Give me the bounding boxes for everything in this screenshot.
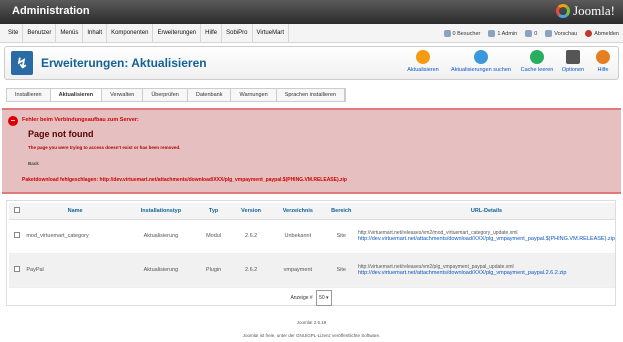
col-name[interactable]: Name: [24, 203, 126, 220]
error-message-box: – Fehler beim Verbindungsaufbau zum Serv…: [2, 108, 621, 194]
ext-type: Modul: [196, 219, 232, 254]
find-updates-button[interactable]: Aktualisierungen suchen: [445, 50, 517, 73]
download-url[interactable]: http://dev.virtuemart.net/attachments/do…: [358, 270, 615, 277]
menu-menus[interactable]: Menüs: [56, 24, 84, 43]
ext-version: 2.6.2: [231, 253, 272, 288]
updates-table-container: Name Installationstyp Typ Version Verzei…: [6, 200, 616, 306]
ext-name: mod_virtuemart_category: [24, 219, 126, 254]
menu-help[interactable]: Hilfe: [201, 24, 223, 43]
options-icon: [566, 50, 580, 64]
sub-tabs: Installieren Aktualisieren Verwalten Übe…: [6, 88, 347, 102]
table-row: PayPal Aktualisierung Plugin 2.6.2 vmpay…: [9, 253, 615, 288]
menu-site[interactable]: Site: [4, 24, 24, 43]
joomla-logo[interactable]: Joomla!: [556, 3, 615, 19]
tab-install-languages[interactable]: Sprachen installieren: [277, 89, 346, 101]
tab-database[interactable]: Datenbank: [188, 89, 232, 101]
ext-folder: vmpayment: [271, 253, 325, 288]
ext-version: 2.6.2: [231, 219, 272, 254]
messages-status[interactable]: 0: [525, 30, 537, 37]
users-icon: [443, 30, 451, 37]
col-type[interactable]: Typ: [196, 203, 232, 220]
display-limit-label: Anzeige #: [290, 294, 313, 301]
tab-install[interactable]: Installieren: [7, 89, 51, 101]
tab-manage[interactable]: Verwalten: [102, 89, 144, 101]
ext-client: Site: [324, 253, 358, 288]
download-url[interactable]: http://dev.virtuemart.net/attachments/do…: [358, 236, 615, 243]
row-checkbox-cell: [9, 253, 25, 288]
ext-url-details: http://virtuemart.net/releases/vm2/mod_v…: [357, 219, 615, 254]
help-icon: [596, 50, 610, 64]
ext-client: Site: [324, 219, 358, 254]
refresh-icon: [530, 50, 544, 64]
user-icon: [488, 30, 496, 37]
page-title: Erweiterungen: Aktualisieren: [41, 56, 207, 70]
logout-icon: [585, 30, 593, 37]
menu-content[interactable]: Inhalt: [83, 24, 108, 43]
menu-sobipro[interactable]: SobiPro: [222, 24, 253, 43]
admin-title: Administration: [12, 5, 90, 17]
ext-install-type: Aktualisierung: [125, 253, 196, 288]
menu-components[interactable]: Komponenten: [107, 24, 154, 43]
help-button[interactable]: Hilfe: [591, 50, 615, 73]
error-detail: The page you were trying to access doesn…: [28, 145, 181, 150]
ext-name: PayPal: [24, 253, 126, 288]
updates-table: Name Installationstyp Typ Version Verzei…: [9, 203, 615, 288]
options-button[interactable]: Optionen: [558, 50, 588, 73]
tab-warnings[interactable]: Warnungen: [231, 89, 277, 101]
error-icon: –: [8, 116, 18, 126]
back-link[interactable]: Back: [28, 161, 39, 166]
col-folder[interactable]: Verzeichnis: [271, 203, 325, 220]
pagination: Anzeige # 50 ▾: [7, 289, 615, 306]
col-url-details: URL-Details: [357, 203, 615, 220]
download-failed-message: Paketdownload fehlgeschlagen: http://dev…: [22, 177, 347, 183]
visitors-status: 0 Besucher: [443, 30, 480, 37]
status-area: 0 Besucher 1 Admin 0 Vorschau Abmelden: [443, 24, 619, 43]
footer: Joomla! 2.5.19 Joomla! ist freie, unter …: [0, 320, 623, 338]
toolbar: ↯ Erweiterungen: Aktualisieren Aktualisi…: [4, 46, 619, 80]
row-checkbox-cell: [9, 219, 25, 254]
table-row: mod_virtuemart_category Aktualisierung M…: [9, 219, 615, 254]
display-limit-select[interactable]: 50 ▾: [316, 289, 332, 306]
error-heading: Fehler beim Verbindungsaufbau zum Server…: [22, 117, 139, 123]
tab-update[interactable]: Aktualisieren: [50, 89, 103, 101]
row-checkbox[interactable]: [13, 266, 20, 272]
menu-virtuemart[interactable]: VirtueMart: [253, 24, 290, 43]
error-title: Page not found: [28, 129, 94, 139]
ext-install-type: Aktualisierung: [125, 219, 196, 254]
main-menu: Site Benutzer Menüs Inhalt Komponenten E…: [0, 24, 623, 43]
admin-status: 1 Admin: [488, 30, 517, 37]
joomla-logo-icon: [556, 4, 571, 18]
select-all-header: [9, 203, 25, 220]
preview-link[interactable]: Vorschau: [545, 30, 577, 37]
update-button[interactable]: Aktualisieren: [403, 50, 443, 73]
ext-url-details: http://virtuemart.net/releases/vm2/plg_v…: [357, 253, 615, 288]
install-icon: ↯: [11, 51, 33, 75]
header-bar: Administration Joomla!: [0, 0, 623, 24]
col-install-type[interactable]: Installationstyp: [125, 203, 196, 220]
row-checkbox[interactable]: [13, 232, 20, 238]
preview-icon: [545, 30, 553, 37]
select-all-checkbox[interactable]: [13, 206, 20, 213]
col-client[interactable]: Bereich: [324, 203, 358, 220]
table-header-row: Name Installationstyp Typ Version Verzei…: [9, 203, 615, 220]
col-version[interactable]: Version: [231, 203, 272, 220]
ext-type: Plugin: [196, 253, 232, 288]
menu-extensions[interactable]: Erweiterungen: [153, 24, 202, 43]
joomla-logo-text: Joomla!: [573, 3, 615, 18]
ext-folder: Unbekannt: [271, 219, 325, 254]
find-updates-icon: [474, 50, 488, 64]
footer-version: Joomla! 2.5.19: [296, 320, 327, 325]
logout-link[interactable]: Abmelden: [585, 30, 619, 37]
tab-discover[interactable]: Überprüfen: [143, 89, 188, 101]
menu-users[interactable]: Benutzer: [23, 24, 57, 43]
mail-icon: [525, 30, 533, 37]
update-icon: [416, 50, 430, 64]
purge-cache-button[interactable]: Cache leeren: [517, 50, 557, 73]
footer-license: Joomla! ist freie, unter der GNU/GPL-Liz…: [242, 333, 381, 338]
